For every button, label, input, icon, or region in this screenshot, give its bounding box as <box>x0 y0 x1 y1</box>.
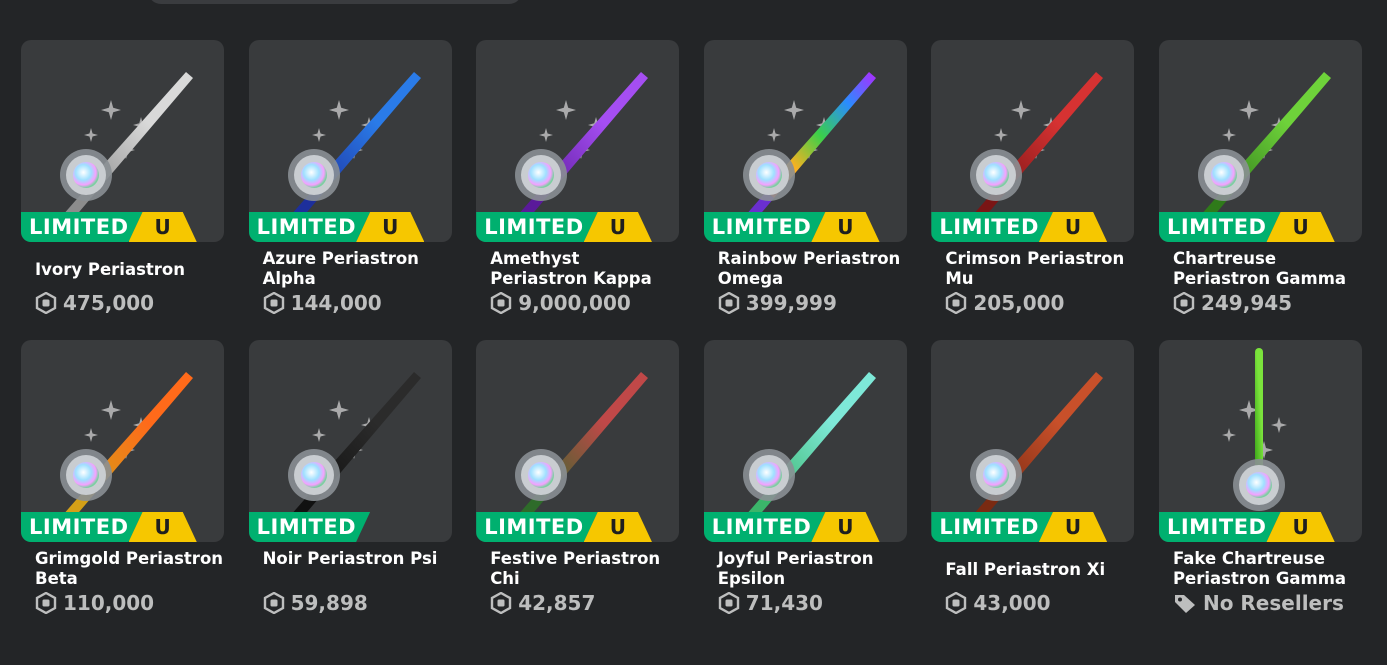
item-name[interactable]: Ivory Periastron <box>35 260 225 280</box>
item-price: 249,945 <box>1173 291 1292 315</box>
limited-label: LIMITED <box>21 212 143 242</box>
item-name[interactable]: Amethyst Periastron Kappa <box>490 249 680 289</box>
robux-icon <box>263 591 285 615</box>
limited-badge: LIMITED <box>249 512 371 542</box>
search-bar[interactable] <box>148 0 522 4</box>
catalog-item-card[interactable]: LIMITED U Rainbow Periastron Omega 399,9… <box>703 40 908 340</box>
item-price-value: 205,000 <box>973 291 1065 315</box>
item-price-value: No Resellers <box>1202 591 1344 615</box>
catalog-item-card[interactable]: LIMITED U Azure Periastron Alpha 144,000 <box>248 40 453 340</box>
limited-badge: LIMITED U <box>931 212 1107 242</box>
limited-badge: LIMITED U <box>1159 512 1335 542</box>
item-price-value: 399,999 <box>745 291 837 315</box>
item-thumbnail[interactable]: LIMITED U <box>1158 340 1362 542</box>
catalog-item-card[interactable]: LIMITED U Grimgold Periastron Beta 110,0… <box>21 340 224 640</box>
item-name[interactable]: Fall Periastron Xi <box>945 560 1135 580</box>
item-thumbnail[interactable]: LIMITED U <box>931 40 1135 242</box>
robux-icon <box>490 591 512 615</box>
item-price-value: 249,945 <box>1200 291 1293 315</box>
catalog-item-card[interactable]: LIMITED U Fake Chartreuse Periastron Gam… <box>1158 340 1363 640</box>
limited-badge: LIMITED U <box>1159 212 1335 242</box>
limited-label: LIMITED <box>704 212 826 242</box>
limited-label: LIMITED <box>931 512 1053 542</box>
limited-label: LIMITED <box>476 212 598 242</box>
item-name[interactable]: Chartreuse Periastron Gamma <box>1173 249 1363 289</box>
item-price-value: 110,000 <box>63 591 155 615</box>
item-price: 475,000 <box>35 291 154 315</box>
item-thumbnail[interactable]: LIMITED U <box>1158 40 1362 242</box>
item-thumbnail[interactable]: LIMITED U <box>21 340 224 542</box>
catalog-item-card[interactable]: LIMITED U Ivory Periastron 475,000 <box>21 40 224 340</box>
catalog-item-card[interactable]: LIMITED Noir Periastron Psi 59,898 <box>248 340 453 640</box>
limited-badge: LIMITED U <box>704 512 880 542</box>
item-price-value: 59,898 <box>290 591 368 615</box>
limited-label: LIMITED <box>1159 512 1281 542</box>
limited-badge: LIMITED U <box>476 212 652 242</box>
item-thumbnail[interactable]: LIMITED U <box>703 340 907 542</box>
robux-icon <box>718 591 740 615</box>
limited-label: LIMITED <box>931 212 1053 242</box>
item-name[interactable]: Joyful Periastron Epsilon <box>718 549 908 589</box>
item-thumbnail[interactable]: LIMITED U <box>931 340 1135 542</box>
limited-label: LIMITED <box>1159 212 1281 242</box>
robux-icon <box>1173 291 1195 315</box>
item-price: 399,999 <box>718 291 837 315</box>
item-name[interactable]: Azure Periastron Alpha <box>263 249 453 289</box>
limited-badge: LIMITED U <box>704 212 880 242</box>
item-price-value: 71,430 <box>745 591 823 615</box>
item-price: 71,430 <box>718 591 823 615</box>
item-price-value: 42,857 <box>518 591 596 615</box>
item-price: 110,000 <box>35 591 154 615</box>
item-price-value: 475,000 <box>63 291 155 315</box>
item-thumbnail[interactable]: LIMITED U <box>703 40 907 242</box>
limited-badge: LIMITED U <box>931 512 1107 542</box>
catalog-item-card[interactable]: LIMITED U Fall Periastron Xi 43,000 <box>931 340 1135 640</box>
robux-icon <box>490 291 512 315</box>
limited-label: LIMITED <box>476 512 598 542</box>
item-thumbnail[interactable]: LIMITED U <box>476 40 680 242</box>
item-price: 144,000 <box>263 291 382 315</box>
item-price: 205,000 <box>945 291 1064 315</box>
limited-badge: LIMITED U <box>476 512 652 542</box>
item-price: 9,000,000 <box>490 291 631 315</box>
item-name[interactable]: Festive Periastron Chi <box>490 549 680 589</box>
catalog-item-card[interactable]: LIMITED U Chartreuse Periastron Gamma 24… <box>1158 40 1363 340</box>
limited-label: LIMITED <box>21 512 143 542</box>
robux-icon <box>945 291 967 315</box>
catalog-item-card[interactable]: LIMITED U Festive Periastron Chi 42,857 <box>476 340 680 640</box>
limited-badge: LIMITED U <box>21 512 197 542</box>
limited-badge: LIMITED U <box>21 212 197 242</box>
limited-badge: LIMITED U <box>249 212 425 242</box>
item-thumbnail[interactable]: LIMITED U <box>21 40 224 242</box>
item-name[interactable]: Rainbow Periastron Omega <box>718 249 908 289</box>
item-thumbnail[interactable]: LIMITED <box>248 340 452 542</box>
item-thumbnail[interactable]: LIMITED U <box>476 340 680 542</box>
robux-icon <box>945 591 967 615</box>
catalog-item-card[interactable]: LIMITED U Crimson Periastron Mu 205,000 <box>931 40 1135 340</box>
catalog-grid: LIMITED U Ivory Periastron 475,000 LIMIT… <box>21 40 1362 640</box>
robux-icon <box>263 291 285 315</box>
limited-label: LIMITED <box>249 512 371 542</box>
robux-icon <box>718 291 740 315</box>
item-price: 42,857 <box>490 591 595 615</box>
item-name[interactable]: Grimgold Periastron Beta <box>35 549 225 589</box>
robux-icon <box>35 591 57 615</box>
catalog-item-card[interactable]: LIMITED U Joyful Periastron Epsilon 71,4… <box>703 340 908 640</box>
item-name[interactable]: Fake Chartreuse Periastron Gamma <box>1173 549 1363 589</box>
item-price-value: 43,000 <box>973 591 1051 615</box>
tag-icon <box>1173 592 1197 614</box>
item-price-value: 9,000,000 <box>518 291 631 315</box>
robux-icon <box>35 291 57 315</box>
item-thumbnail[interactable]: LIMITED U <box>248 40 452 242</box>
item-price: 43,000 <box>945 591 1051 615</box>
item-price: 59,898 <box>263 591 368 615</box>
item-name[interactable]: Noir Periastron Psi <box>263 549 453 569</box>
item-price: No Resellers <box>1173 591 1344 615</box>
limited-label: LIMITED <box>249 212 371 242</box>
limited-label: LIMITED <box>704 512 826 542</box>
item-name[interactable]: Crimson Periastron Mu <box>945 249 1135 289</box>
item-price-value: 144,000 <box>290 291 382 315</box>
catalog-item-card[interactable]: LIMITED U Amethyst Periastron Kappa 9,00… <box>476 40 680 340</box>
